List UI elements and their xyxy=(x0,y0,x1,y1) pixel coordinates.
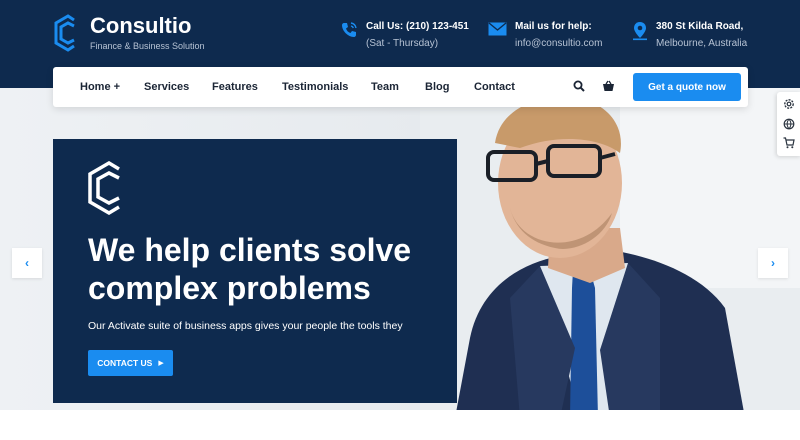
settings-icon[interactable] xyxy=(783,98,795,110)
search-icon[interactable] xyxy=(573,80,585,92)
phone-hours: (Sat - Thursday) xyxy=(366,38,439,49)
hero-headline: We help clients solve complex problems xyxy=(88,231,448,307)
hero-headline-line2: complex problems xyxy=(88,270,371,306)
nav-team[interactable]: Team xyxy=(371,80,399,94)
page-bottom-strip xyxy=(0,410,800,440)
side-toolbar xyxy=(777,92,800,156)
logo-mark-icon xyxy=(54,14,75,52)
phone-contact[interactable]: Call Us: (210) 123-451 (Sat - Thursday) xyxy=(340,20,469,52)
brand-name: Consultio xyxy=(90,13,192,38)
nav-blog[interactable]: Blog xyxy=(425,80,449,94)
contact-us-label: CONTACT US xyxy=(97,358,153,368)
basket-icon[interactable] xyxy=(602,80,615,92)
main-navigation: Home + Services Features Testimonials Te… xyxy=(53,67,748,107)
phone-icon xyxy=(342,22,357,37)
nav-services[interactable]: Services xyxy=(144,80,189,94)
email-address: info@consultio.com xyxy=(515,38,603,49)
brand-logo[interactable]: Consultio Finance & Business Solution xyxy=(52,14,205,52)
contact-us-button[interactable]: CONTACT US ▶ xyxy=(88,350,173,376)
nav-features[interactable]: Features xyxy=(212,80,258,94)
hero-card: We help clients solve complex problems O… xyxy=(53,139,457,403)
cart-icon[interactable] xyxy=(783,137,795,149)
globe-icon[interactable] xyxy=(783,118,795,130)
nav-contact[interactable]: Contact xyxy=(474,80,515,94)
address-line2: Melbourne, Australia xyxy=(656,38,748,49)
get-quote-button[interactable]: Get a quote now xyxy=(633,73,741,101)
phone-label: Call Us: (210) 123-451 xyxy=(366,21,469,32)
hero-subtext: Our Activate suite of business apps give… xyxy=(88,320,403,332)
brand-tagline: Finance & Business Solution xyxy=(90,41,205,51)
nav-home[interactable]: Home + xyxy=(80,80,120,94)
caret-right-icon: ▶ xyxy=(158,360,164,367)
envelope-icon xyxy=(488,22,507,36)
email-contact[interactable]: Mail us for help: info@consultio.com xyxy=(488,20,602,52)
slider-next-button[interactable]: › xyxy=(758,248,788,278)
email-label: Mail us for help: xyxy=(515,21,592,32)
nav-testimonials[interactable]: Testimonials xyxy=(282,80,348,94)
slider-prev-button[interactable]: ‹ xyxy=(12,248,42,278)
hero-headline-line1: We help clients solve xyxy=(88,232,412,268)
logo-mark-icon xyxy=(88,161,120,215)
address-line1: 380 St Kilda Road, xyxy=(656,21,744,32)
address-contact: 380 St Kilda Road, Melbourne, Australia xyxy=(632,20,747,52)
map-pin-icon xyxy=(633,22,647,41)
